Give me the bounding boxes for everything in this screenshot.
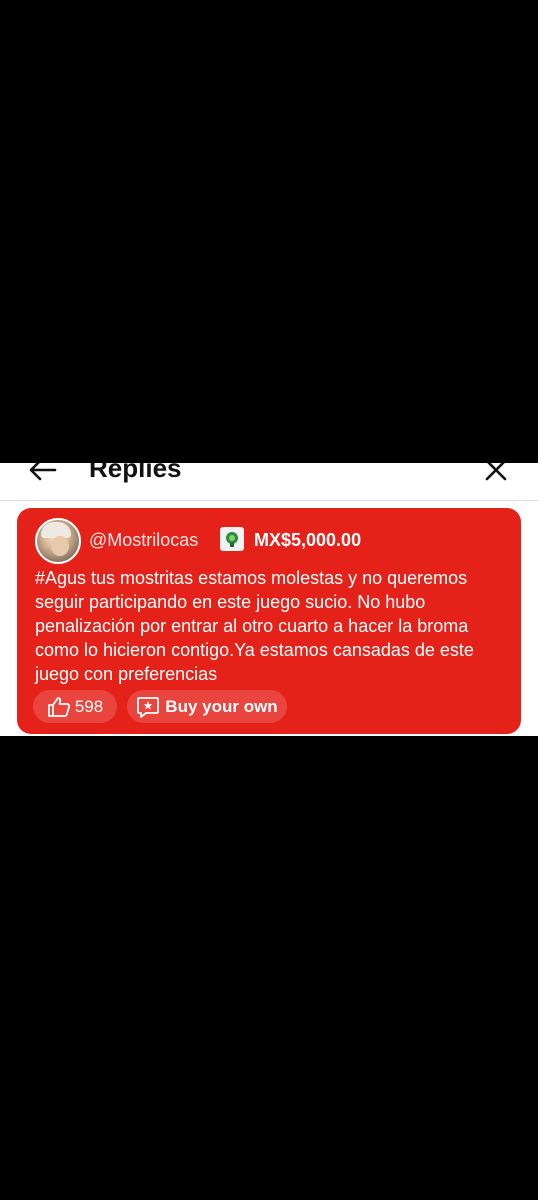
gift-badge-icon [220, 527, 244, 551]
super-chat-card: @Mostrilocas MX$5,000.00 #Agus tus mostr… [17, 508, 521, 734]
avatar[interactable] [35, 518, 81, 564]
close-icon [485, 463, 507, 481]
back-button[interactable] [24, 463, 60, 487]
arrow-left-icon [29, 463, 57, 481]
buy-your-own-button[interactable]: Buy your own [127, 690, 287, 723]
replies-panel: Replies @Mostrilocas MX$5,000.00 #Agus t… [0, 463, 538, 736]
super-chat-icon [137, 696, 160, 718]
like-button[interactable]: 598 [33, 690, 117, 723]
username[interactable]: @Mostrilocas [89, 529, 198, 551]
thumbs-up-icon [47, 696, 70, 717]
page-title: Replies [89, 463, 182, 483]
close-button[interactable] [480, 463, 512, 487]
buy-your-own-label: Buy your own [165, 696, 278, 716]
replies-header: Replies [0, 463, 538, 501]
donation-amount: MX$5,000.00 [254, 530, 362, 550]
reply-message: #Agus tus mostritas estamos molestas y n… [35, 568, 474, 684]
like-count: 598 [74, 696, 104, 716]
